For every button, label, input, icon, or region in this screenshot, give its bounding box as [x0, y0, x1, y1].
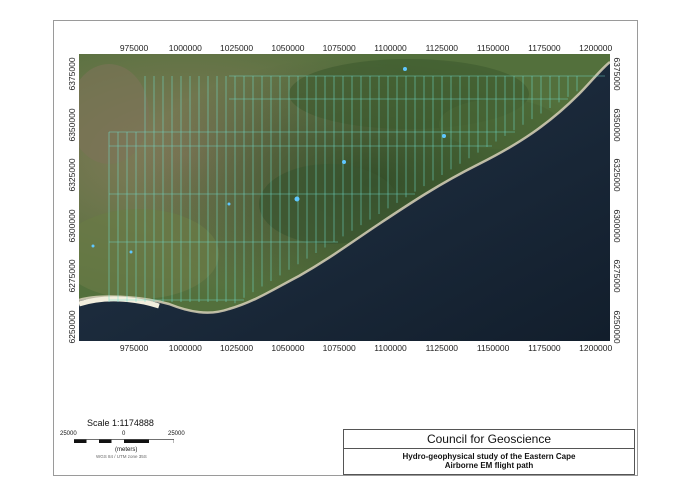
x-tick-bottom: 975000 — [119, 343, 149, 353]
x-tick-top: 1100000 — [374, 43, 407, 53]
y-tick-right: 6375000 — [612, 57, 622, 91]
y-tick-right: 6350000 — [612, 107, 622, 142]
x-tick-top: 1075000 — [322, 43, 356, 53]
x-tick-top: 1025000 — [220, 43, 254, 53]
y-tick-left: 6325000 — [67, 158, 77, 192]
x-tick-bottom: 1100000 — [374, 343, 407, 353]
x-tick-top: 1150000 — [476, 43, 510, 53]
x-tick-top: 975000 — [119, 43, 149, 53]
y-tick-left: 6300000 — [67, 208, 77, 243]
scale-left-label: 25000 — [60, 431, 77, 437]
scale-unit: (meters) — [115, 447, 138, 453]
scale-title: Scale 1:1174888 — [87, 418, 154, 428]
study-title-line2: Airborne EM flight path — [444, 461, 534, 470]
y-tick-left: 6275000 — [67, 259, 77, 293]
scale-projection: WGS 84 / UTM zone 35S — [96, 454, 147, 459]
x-tick-top: 1125000 — [425, 43, 459, 53]
scale-bar — [74, 439, 174, 443]
x-tick-top: 1050000 — [271, 43, 305, 53]
organization-name: Council for Geoscience — [344, 430, 634, 449]
satellite-map — [79, 54, 610, 341]
y-tick-right: 6275000 — [612, 259, 622, 293]
x-tick-bottom: 1050000 — [271, 343, 305, 353]
x-tick-bottom: 1125000 — [425, 343, 459, 353]
x-tick-bottom: 1175000 — [528, 343, 561, 353]
y-tick-left: 6250000 — [67, 309, 77, 344]
x-tick-top: 1000000 — [168, 43, 202, 53]
x-tick-bottom: 1150000 — [476, 343, 510, 353]
x-tick-top: 1200000 — [579, 43, 613, 53]
y-tick-right: 6250000 — [612, 309, 622, 344]
x-tick-bottom: 1000000 — [168, 343, 202, 353]
x-tick-bottom: 1200000 — [579, 343, 613, 353]
y-tick-right: 6300000 — [612, 208, 622, 243]
x-tick-bottom: 1075000 — [322, 343, 356, 353]
y-tick-left: 6350000 — [67, 107, 77, 142]
scale-bar-block: Scale 1:1174888 25000 0 25000 (meters) W… — [60, 418, 200, 468]
title-block: Council for Geoscience Hydro-geophysical… — [343, 429, 635, 475]
y-tick-right: 6325000 — [612, 158, 622, 192]
scale-center-label: 0 — [122, 431, 126, 437]
x-tick-top: 1175000 — [528, 43, 561, 53]
y-tick-left: 6375000 — [67, 57, 77, 91]
scale-right-label: 25000 — [168, 431, 185, 437]
study-title-line1: Hydro-geophysical study of the Eastern C… — [402, 452, 576, 461]
study-title: Hydro-geophysical study of the Eastern C… — [344, 452, 634, 470]
x-tick-bottom: 1025000 — [220, 343, 254, 353]
map-image — [79, 54, 610, 341]
